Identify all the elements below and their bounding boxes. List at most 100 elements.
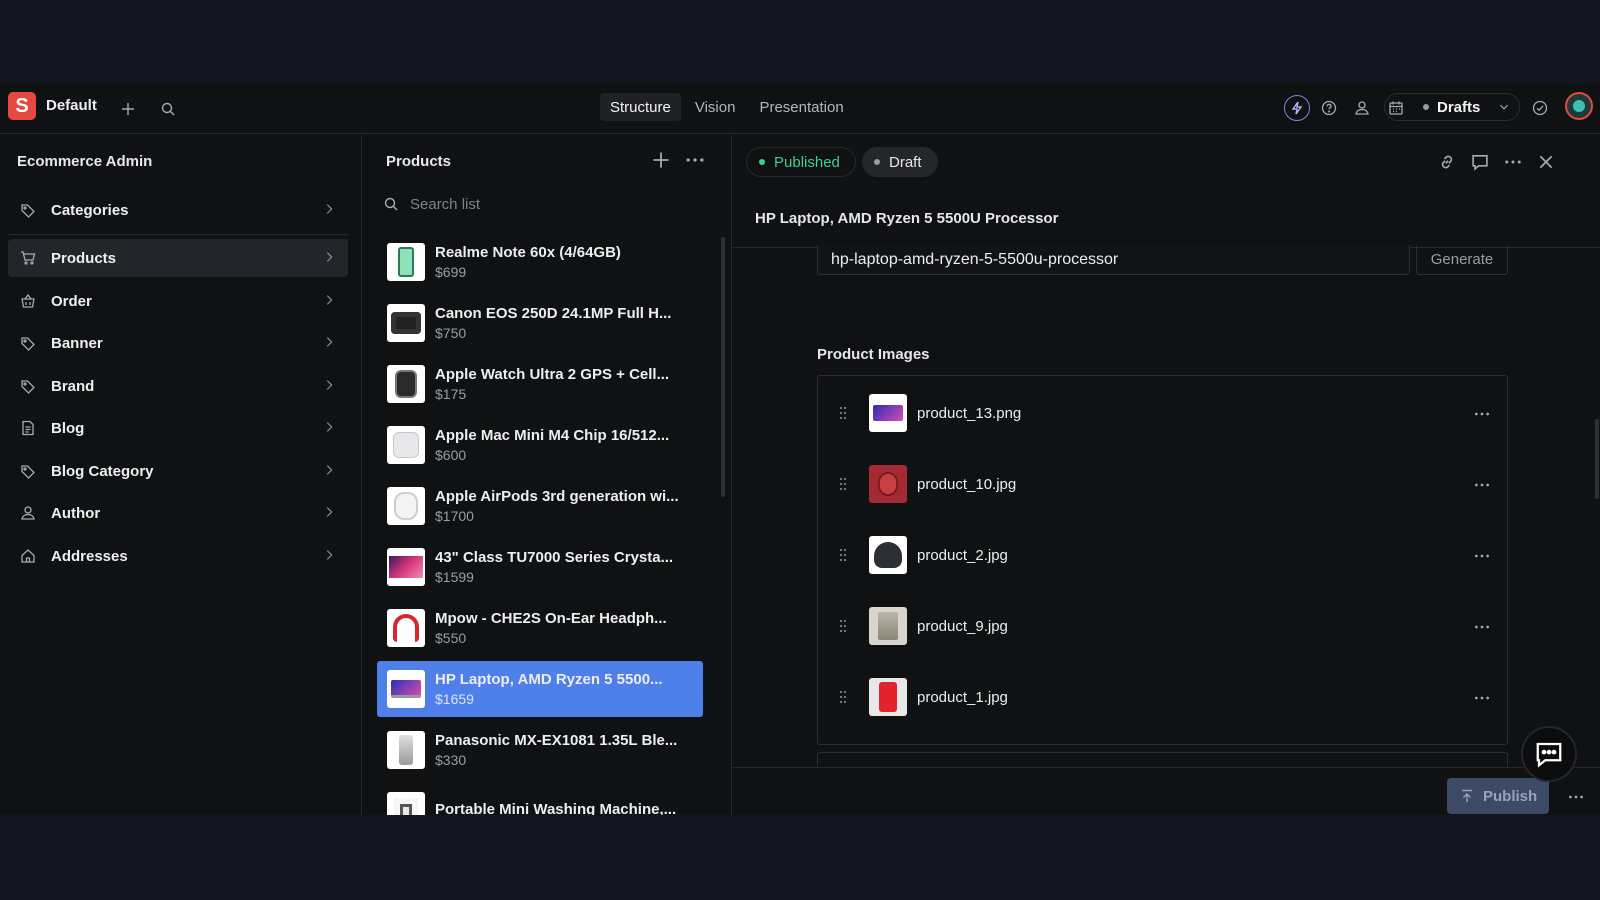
product-thumbnail [387, 792, 425, 815]
image-list-item[interactable]: product_10.jpg [818, 454, 1507, 514]
more-horizontal-icon[interactable] [1567, 788, 1585, 806]
chevron-down-icon [1500, 104, 1508, 110]
list-item[interactable]: Canon EOS 250D 24.1MP Full H... $750 [377, 295, 703, 351]
drag-handle-icon[interactable] [835, 618, 851, 634]
image-list-item[interactable]: product_13.png [818, 383, 1507, 443]
nav-item-order[interactable]: Order [8, 282, 348, 320]
user-avatar[interactable] [1565, 92, 1593, 120]
list-item[interactable]: 43" Class TU7000 Series Crysta... $1599 [377, 539, 703, 595]
editor-scrollbar[interactable] [1595, 419, 1599, 499]
drag-handle-icon[interactable] [835, 405, 851, 421]
nav-item-label: Blog Category [51, 462, 154, 480]
chevron-right-icon [326, 337, 333, 347]
comment-icon[interactable] [1470, 152, 1490, 172]
product-images-list: product_13.png product_10.jpg product_2.… [817, 375, 1508, 745]
presence-users-icon[interactable] [1350, 96, 1374, 120]
cart-icon [18, 248, 38, 268]
more-horizontal-icon[interactable] [1473, 405, 1491, 423]
plus-icon[interactable] [116, 97, 140, 121]
close-icon[interactable] [1536, 152, 1556, 172]
perspective-tabs: Structure Vision Presentation [600, 93, 854, 121]
status-dot [874, 159, 880, 165]
studio-logo[interactable]: S [8, 92, 36, 120]
nav-item-blog-category[interactable]: Blog Category [8, 452, 348, 490]
slug-field[interactable]: hp-laptop-amd-ryzen-5-5500u-processor [817, 245, 1410, 275]
image-list-item[interactable]: product_9.jpg [818, 596, 1507, 656]
chevron-right-icon [326, 550, 333, 560]
list-item[interactable]: Portable Mini Washing Machine,... [377, 783, 703, 815]
list-item[interactable]: Apple Mac Mini M4 Chip 16/512... $600 [377, 417, 703, 473]
product-name: Panasonic MX-EX1081 1.35L Ble... [435, 732, 678, 749]
document-editor: Published Draft HP Laptop, AMD Ryzen 5 5… [733, 135, 1600, 815]
plus-icon[interactable] [650, 149, 672, 171]
drag-handle-icon[interactable] [835, 476, 851, 492]
scrollbar[interactable] [721, 237, 725, 497]
product-thumbnail [387, 365, 425, 403]
list-item[interactable]: Apple Watch Ultra 2 GPS + Cell... $175 [377, 356, 703, 412]
publish-button[interactable]: Publish [1447, 778, 1549, 814]
draft-label: Draft [889, 153, 922, 171]
nav-item-label: Addresses [51, 547, 128, 565]
tab-presentation[interactable]: Presentation [749, 93, 853, 121]
drag-handle-icon[interactable] [835, 689, 851, 705]
product-price: $175 [435, 386, 467, 402]
more-horizontal-icon[interactable] [1473, 547, 1491, 565]
tab-vision[interactable]: Vision [685, 93, 746, 121]
list-item[interactable]: Apple AirPods 3rd generation wi... $1700 [377, 478, 703, 534]
tab-structure[interactable]: Structure [600, 93, 681, 121]
link-icon[interactable] [1437, 152, 1457, 172]
nav-item-categories[interactable]: Categories [8, 191, 348, 229]
product-price: $600 [435, 447, 467, 463]
nav-divider [8, 234, 348, 235]
nav-item-products[interactable]: Products [8, 239, 348, 277]
more-horizontal-icon[interactable] [1503, 152, 1523, 172]
chevron-right-icon [326, 465, 333, 475]
more-horizontal-icon[interactable] [1473, 618, 1491, 636]
list-item[interactable]: Realme Note 60x (4/64GB) $699 [377, 234, 703, 290]
product-price: $330 [435, 752, 467, 768]
list-item[interactable]: Mpow - CHE2S On-Ear Headph... $550 [377, 600, 703, 656]
more-horizontal-icon[interactable] [684, 149, 706, 171]
nav-item-blog[interactable]: Blog [8, 409, 348, 447]
nav-item-banner[interactable]: Banner [8, 324, 348, 362]
nav-item-author[interactable]: Author [8, 494, 348, 532]
image-list-item[interactable]: product_2.jpg [818, 525, 1507, 585]
search-icon[interactable] [156, 97, 180, 121]
document-icon [18, 418, 38, 438]
nav-item-label: Categories [51, 201, 129, 219]
help-icon[interactable] [1317, 96, 1341, 120]
lightning-icon[interactable] [1284, 95, 1310, 121]
image-thumbnail [869, 607, 907, 645]
draft-status-tab[interactable]: Draft [862, 147, 938, 177]
product-thumbnail [387, 731, 425, 769]
image-thumbnail [869, 394, 907, 432]
search-input[interactable] [410, 195, 690, 213]
status-dot [759, 159, 765, 165]
more-horizontal-icon[interactable] [1473, 476, 1491, 494]
nav-item-addresses[interactable]: Addresses [8, 537, 348, 575]
nav-item-label: Blog [51, 419, 85, 437]
list-item[interactable]: Panasonic MX-EX1081 1.35L Ble... $330 [377, 722, 703, 778]
release-selector[interactable]: Drafts [1384, 93, 1520, 121]
drag-handle-icon[interactable] [835, 547, 851, 563]
nav-item-brand[interactable]: Brand [8, 367, 348, 405]
product-name: Apple AirPods 3rd generation wi... [435, 488, 679, 505]
product-price: $1700 [435, 508, 474, 524]
image-filename: product_1.jpg [917, 688, 1008, 706]
document-title: HP Laptop, AMD Ryzen 5 5500U Processor [755, 210, 1059, 227]
nav-item-label: Order [51, 292, 92, 310]
release-dot [1423, 104, 1429, 110]
image-list-item[interactable]: product_1.jpg [818, 667, 1507, 727]
generate-slug-button[interactable]: Generate [1416, 245, 1508, 275]
publish-label: Publish [1483, 787, 1538, 805]
studio-app: S Default Structure Vision Presentation … [0, 84, 1600, 815]
check-circle-icon[interactable] [1528, 96, 1552, 120]
workspace-name[interactable]: Default [46, 97, 97, 114]
more-horizontal-icon[interactable] [1473, 689, 1491, 707]
chevron-right-icon [326, 204, 333, 214]
product-name: Apple Mac Mini M4 Chip 16/512... [435, 427, 670, 444]
chat-widget-button[interactable] [1521, 726, 1577, 782]
published-status-tab[interactable]: Published [746, 147, 856, 177]
list-item-selected[interactable]: HP Laptop, AMD Ryzen 5 5500... $1659 [377, 661, 703, 717]
search-icon [384, 197, 398, 211]
